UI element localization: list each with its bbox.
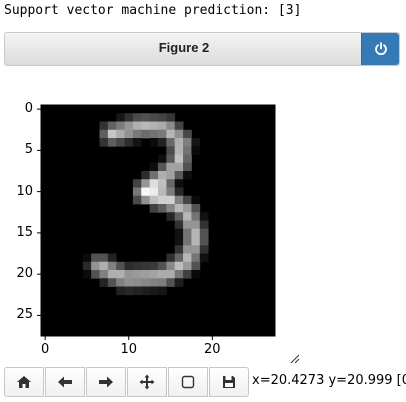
plot-svg [37, 104, 276, 340]
move-icon [139, 374, 155, 390]
pan-button[interactable] [127, 367, 167, 397]
y-tick-label: 0 [24, 101, 33, 117]
figure-title: Figure 2 [158, 40, 210, 55]
x-tick-label: 10 [120, 342, 138, 357]
y-tick-label: 20 [16, 266, 33, 282]
resize-handle-icon[interactable] [290, 354, 300, 364]
x-tick-label: 0 [41, 342, 50, 357]
y-tick-label: 25 [16, 307, 33, 323]
save-icon [223, 376, 235, 388]
y-tick-label: 10 [16, 183, 33, 199]
x-tick-label: 20 [204, 342, 221, 357]
power-icon [374, 42, 387, 56]
figure-header: Figure 2 [4, 32, 400, 66]
save-button[interactable] [209, 367, 249, 397]
home-button[interactable] [4, 367, 44, 397]
forward-arrow-icon [99, 376, 113, 388]
y-tick-label: 5 [24, 142, 33, 158]
y-tick-label: 15 [16, 224, 33, 240]
plot-area[interactable] [0, 90, 406, 360]
figure-toolbar [4, 367, 250, 397]
home-icon [17, 376, 31, 388]
zoom-rect-icon [181, 375, 195, 389]
power-button[interactable] [361, 33, 399, 65]
back-arrow-icon [58, 376, 72, 388]
forward-button[interactable] [86, 367, 126, 397]
back-button[interactable] [45, 367, 85, 397]
zoom-button[interactable] [168, 367, 208, 397]
cursor-coordinates: x=20.4273 y=20.999 [0] [252, 373, 406, 388]
prediction-output: Support vector machine prediction: [3] [4, 3, 302, 18]
